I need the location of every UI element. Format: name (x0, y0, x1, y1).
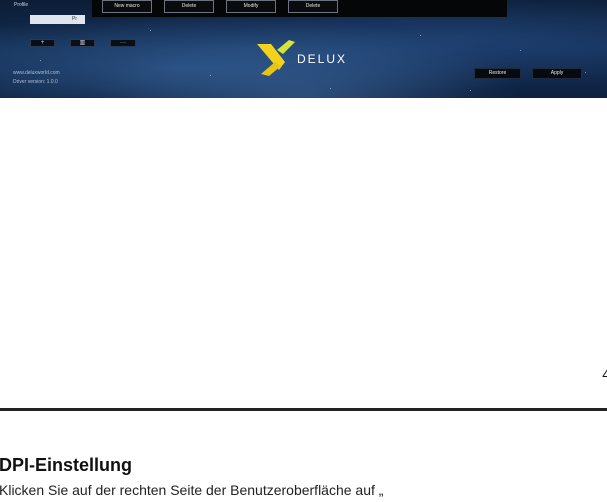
star-decoration (210, 75, 211, 76)
star-decoration (150, 30, 151, 31)
modify-macro-button[interactable]: Modify (226, 0, 276, 13)
restore-button[interactable]: Restore (474, 68, 521, 79)
star-decoration (520, 50, 521, 51)
star-decoration (585, 72, 586, 73)
profile-label: Profile (14, 2, 29, 8)
star-decoration (420, 35, 421, 36)
body-paragraph: Klicken Sie auf der rechten Seite der Be… (0, 482, 384, 498)
profile-select[interactable]: Pr (30, 15, 85, 24)
page-number: 4 (602, 366, 607, 382)
apply-button[interactable]: Apply (532, 68, 582, 79)
star-decoration (330, 88, 331, 89)
delete-macro-button[interactable]: Delete (164, 0, 214, 13)
macro-panel: New macro Delete Modify Delete (92, 0, 507, 17)
delete-key-button[interactable]: Delete (288, 0, 338, 13)
logo-text: DELUX (297, 52, 348, 66)
website-link[interactable]: www.deluxworld.com (13, 70, 60, 76)
star-decoration (470, 90, 471, 91)
star-decoration (40, 60, 41, 61)
more-options-button[interactable]: ··· (110, 39, 136, 47)
driver-version: Driver version: 1.0.0 (13, 79, 58, 85)
add-profile-button[interactable]: + (30, 39, 55, 47)
divider (0, 408, 607, 411)
driver-screenshot: Profile Pr + ▥ ··· New macro Delete Modi… (0, 0, 607, 98)
delux-logo: DELUX (255, 40, 385, 76)
manual-page: Profile Pr + ▥ ··· New macro Delete Modi… (0, 0, 607, 502)
delux-x-icon (257, 40, 295, 76)
new-macro-button[interactable]: New macro (102, 0, 152, 13)
section-heading: DPI-Einstellung (0, 455, 133, 475)
grid-icon-button[interactable]: ▥ (70, 39, 95, 47)
